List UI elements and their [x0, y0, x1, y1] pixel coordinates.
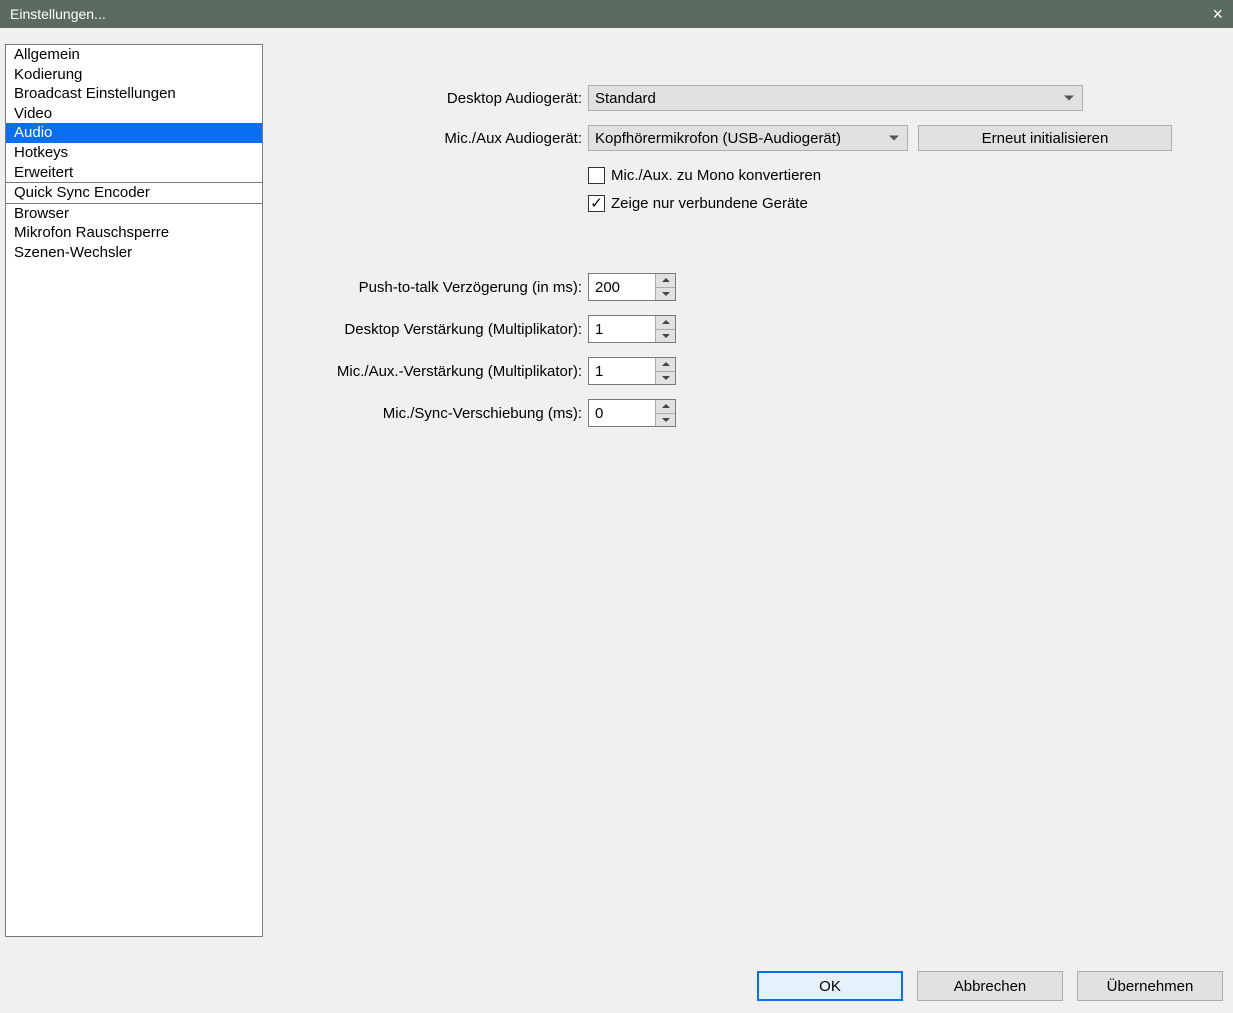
sidebar-item-hotkeys[interactable]: Hotkeys: [6, 143, 262, 163]
apply-button[interactable]: Übernehmen: [1077, 971, 1223, 1001]
mic-sync-offset-label: Mic./Sync-Verschiebung (ms):: [280, 405, 588, 422]
sidebar-item-mikrofon-rauschsperre[interactable]: Mikrofon Rauschsperre: [6, 223, 262, 243]
triangle-down-icon: [662, 376, 670, 380]
close-icon[interactable]: ×: [1212, 5, 1223, 23]
mic-sync-offset-value[interactable]: 0: [589, 400, 655, 426]
mono-checkbox[interactable]: [588, 167, 605, 184]
chevron-down-icon: [1064, 96, 1074, 101]
settings-category-list[interactable]: Allgemein Kodierung Broadcast Einstellun…: [5, 44, 263, 937]
sidebar-item-kodierung[interactable]: Kodierung: [6, 65, 262, 85]
mic-boost-label: Mic./Aux.-Verstärkung (Multiplikator):: [280, 363, 588, 380]
mic-sync-offset-spinner[interactable]: 0: [588, 399, 676, 427]
mic-boost-spinner[interactable]: 1: [588, 357, 676, 385]
spinner-up-button[interactable]: [656, 274, 675, 288]
audio-settings-panel: Desktop Audiogerät: Standard Mic./Aux Au…: [280, 44, 1223, 1013]
sidebar-item-erweitert[interactable]: Erweitert: [6, 163, 262, 183]
mic-aux-value: Kopfhörermikrofon (USB-Audiogerät): [595, 130, 841, 147]
spinner-up-button[interactable]: [656, 358, 675, 372]
titlebar: Einstellungen... ×: [0, 0, 1233, 28]
ok-button[interactable]: OK: [757, 971, 903, 1001]
cancel-button[interactable]: Abbrechen: [917, 971, 1063, 1001]
desktop-boost-label: Desktop Verstärkung (Multiplikator):: [280, 321, 588, 338]
desktop-audio-value: Standard: [595, 90, 656, 107]
triangle-up-icon: [662, 320, 670, 324]
dialog-button-bar: OK Abbrechen Übernehmen: [757, 971, 1223, 1001]
desktop-boost-value[interactable]: 1: [589, 316, 655, 342]
spinner-up-button[interactable]: [656, 400, 675, 414]
triangle-down-icon: [662, 292, 670, 296]
triangle-down-icon: [662, 334, 670, 338]
connected-only-checkbox-label: Zeige nur verbundene Geräte: [611, 195, 808, 212]
ptt-delay-value[interactable]: 200: [589, 274, 655, 300]
sidebar-item-broadcast[interactable]: Broadcast Einstellungen: [6, 84, 262, 104]
triangle-up-icon: [662, 278, 670, 282]
spinner-up-button[interactable]: [656, 316, 675, 330]
sidebar-item-audio[interactable]: Audio: [6, 123, 262, 143]
mic-aux-label: Mic./Aux Audiogerät:: [280, 130, 588, 147]
chevron-down-icon: [889, 136, 899, 141]
sidebar-item-quicksync[interactable]: Quick Sync Encoder: [6, 183, 262, 203]
ptt-delay-label: Push-to-talk Verzögerung (in ms):: [280, 279, 588, 296]
mic-aux-dropdown[interactable]: Kopfhörermikrofon (USB-Audiogerät): [588, 125, 908, 151]
reinitialize-button[interactable]: Erneut initialisieren: [918, 125, 1172, 151]
connected-only-checkbox[interactable]: [588, 195, 605, 212]
spinner-down-button[interactable]: [656, 414, 675, 427]
mono-checkbox-label: Mic./Aux. zu Mono konvertieren: [611, 167, 821, 184]
triangle-up-icon: [662, 404, 670, 408]
spinner-down-button[interactable]: [656, 372, 675, 385]
window-title: Einstellungen...: [10, 6, 106, 22]
desktop-boost-spinner[interactable]: 1: [588, 315, 676, 343]
mic-boost-value[interactable]: 1: [589, 358, 655, 384]
sidebar-item-szenen-wechsler[interactable]: Szenen-Wechsler: [6, 243, 262, 263]
ptt-delay-spinner[interactable]: 200: [588, 273, 676, 301]
sidebar-item-allgemein[interactable]: Allgemein: [6, 45, 262, 65]
spinner-down-button[interactable]: [656, 330, 675, 343]
triangle-up-icon: [662, 362, 670, 366]
spinner-down-button[interactable]: [656, 288, 675, 301]
sidebar-item-browser[interactable]: Browser: [6, 204, 262, 224]
triangle-down-icon: [662, 418, 670, 422]
desktop-audio-dropdown[interactable]: Standard: [588, 85, 1083, 111]
sidebar-item-video[interactable]: Video: [6, 104, 262, 124]
desktop-audio-label: Desktop Audiogerät:: [280, 90, 588, 107]
